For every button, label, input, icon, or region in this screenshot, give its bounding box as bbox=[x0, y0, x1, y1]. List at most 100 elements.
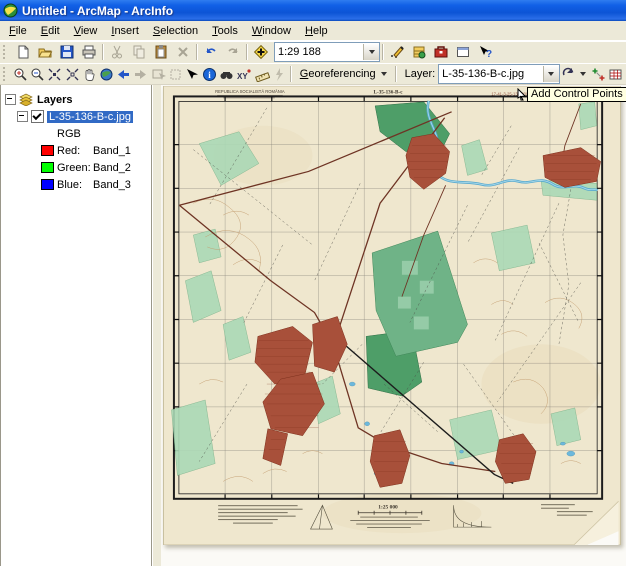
standard-toolbar: 1:29 188 ? bbox=[0, 41, 626, 64]
clear-selected-button[interactable] bbox=[167, 64, 184, 84]
svg-text:REPUBLICA SOCIALISTĂ ROMÂNIA: REPUBLICA SOCIALISTĂ ROMÂNIA bbox=[215, 89, 285, 94]
identify-icon: i bbox=[202, 67, 217, 82]
identify-button[interactable]: i bbox=[201, 64, 218, 84]
red-band-swatch bbox=[41, 145, 54, 156]
redo-arrow-icon bbox=[225, 44, 241, 60]
band-channel-label: Red: bbox=[57, 145, 93, 157]
toc-band-row[interactable]: Blue:Band_3 bbox=[1, 176, 151, 193]
clear-selection-icon bbox=[168, 67, 183, 82]
add-data-button[interactable] bbox=[250, 42, 272, 62]
zoom-out-button[interactable] bbox=[29, 64, 46, 84]
svg-text:?: ? bbox=[486, 49, 492, 60]
georeferencing-menu-button[interactable]: Georeferencing bbox=[294, 65, 393, 83]
toc-layer-name[interactable]: L-35-136-B-c.jpg bbox=[47, 111, 133, 123]
command-window-icon bbox=[455, 44, 471, 60]
menu-tools[interactable]: Tools bbox=[205, 23, 245, 39]
lightning-icon bbox=[272, 67, 287, 82]
layer-combo-dropdown-button[interactable] bbox=[543, 66, 559, 82]
toc-root-row[interactable]: Layers bbox=[1, 91, 151, 108]
toc-band-row[interactable]: Green:Band_2 bbox=[1, 159, 151, 176]
georef-layer-value[interactable]: L-35-136-B-c.jpg bbox=[439, 68, 543, 80]
menu-file[interactable]: File bbox=[2, 23, 34, 39]
select-elements-button[interactable] bbox=[184, 64, 201, 84]
select-features-icon bbox=[151, 67, 166, 82]
scale-combo-dropdown-button[interactable] bbox=[363, 44, 379, 60]
menu-edit[interactable]: Edit bbox=[34, 23, 67, 39]
measure-ruler-icon bbox=[255, 67, 270, 82]
add-data-icon bbox=[252, 44, 270, 60]
menu-view[interactable]: View bbox=[67, 23, 105, 39]
arccatalog-button[interactable] bbox=[408, 42, 430, 62]
link-table-icon bbox=[608, 67, 623, 82]
band-channel-label: Green: bbox=[57, 162, 93, 174]
collapse-icon[interactable] bbox=[5, 94, 16, 105]
arctoolbox-button[interactable] bbox=[430, 42, 452, 62]
auto-adjust-button[interactable] bbox=[560, 64, 577, 84]
menu-selection[interactable]: Selection bbox=[146, 23, 205, 39]
paste-clipboard-icon bbox=[153, 44, 169, 60]
toc-layer-row[interactable]: L-35-136-B-c.jpg bbox=[1, 108, 151, 125]
toc-root-label[interactable]: Layers bbox=[37, 94, 72, 106]
view-link-table-button[interactable] bbox=[607, 64, 624, 84]
toolbar-grip[interactable] bbox=[3, 67, 9, 81]
print-button[interactable] bbox=[78, 42, 100, 62]
map-scale-combo[interactable]: 1:29 188 bbox=[274, 42, 380, 62]
title-bar[interactable]: Untitled - ArcMap - ArcInfo bbox=[0, 0, 626, 21]
menu-insert[interactable]: Insert bbox=[104, 23, 146, 39]
add-control-points-icon bbox=[591, 67, 606, 82]
georef-layer-label: Layer: bbox=[405, 68, 436, 80]
zoom-in-button[interactable] bbox=[12, 64, 29, 84]
go-forward-extent-button[interactable] bbox=[132, 64, 149, 84]
find-button[interactable] bbox=[218, 64, 235, 84]
measure-button[interactable] bbox=[253, 64, 270, 84]
full-extent-button[interactable] bbox=[98, 64, 115, 84]
undo-button[interactable] bbox=[200, 42, 222, 62]
chevron-down-icon bbox=[548, 72, 554, 76]
menu-help[interactable]: Help bbox=[298, 23, 335, 39]
hyperlink-button[interactable] bbox=[271, 64, 288, 84]
blue-band-swatch bbox=[41, 179, 54, 190]
auto-adjust-dropdown-button[interactable] bbox=[577, 64, 589, 84]
add-control-points-tooltip: Add Control Points bbox=[527, 87, 626, 102]
fixed-zoom-out-button[interactable] bbox=[63, 64, 80, 84]
go-to-xy-button[interactable]: XY bbox=[235, 64, 253, 84]
georef-layer-combo[interactable]: L-35-136-B-c.jpg bbox=[438, 64, 560, 84]
toolbar-grip[interactable] bbox=[3, 45, 9, 59]
menu-window[interactable]: Window bbox=[245, 23, 298, 39]
layer-visibility-checkbox[interactable] bbox=[31, 110, 44, 123]
delete-button[interactable] bbox=[172, 42, 194, 62]
editor-toolbar-button[interactable] bbox=[386, 42, 408, 62]
map-scale-value[interactable]: 1:29 188 bbox=[275, 46, 363, 58]
whats-this-button[interactable]: ? bbox=[474, 42, 496, 62]
cut-button[interactable] bbox=[106, 42, 128, 62]
back-arrow-icon bbox=[116, 67, 131, 82]
find-binoculars-icon bbox=[219, 67, 234, 82]
scanned-map-image[interactable]: REPUBLICA SOCIALISTĂ ROMÂNIA L-35-136-B-… bbox=[163, 86, 621, 545]
mouse-cursor-icon bbox=[517, 88, 527, 101]
save-button[interactable] bbox=[56, 42, 78, 62]
toc-renderer-row[interactable]: RGB bbox=[1, 125, 151, 142]
pan-button[interactable] bbox=[81, 64, 98, 84]
map-sheet-title: L-35-136-B-c bbox=[374, 89, 404, 95]
select-features-button[interactable] bbox=[149, 64, 166, 84]
toc-map-splitter[interactable] bbox=[152, 85, 161, 566]
zoom-in-icon bbox=[13, 67, 28, 82]
go-back-extent-button[interactable] bbox=[115, 64, 132, 84]
map-canvas[interactable]: REPUBLICA SOCIALISTĂ ROMÂNIA L-35-136-B-… bbox=[161, 85, 626, 566]
paste-button[interactable] bbox=[150, 42, 172, 62]
command-line-button[interactable] bbox=[452, 42, 474, 62]
save-floppy-icon bbox=[59, 44, 75, 60]
print-icon bbox=[81, 44, 97, 60]
collapse-icon[interactable] bbox=[17, 111, 28, 122]
open-button[interactable] bbox=[34, 42, 56, 62]
table-of-contents: Layers L-35-136-B-c.jpg RGB Red:Band_1 G… bbox=[0, 85, 152, 566]
svg-text:XY: XY bbox=[237, 72, 248, 81]
new-document-button[interactable] bbox=[12, 42, 34, 62]
tools-toolbar: i XY Georeferencing Layer: L-35-136-B-c.… bbox=[0, 64, 626, 85]
add-control-points-button[interactable] bbox=[590, 64, 607, 84]
fixed-zoom-in-button[interactable] bbox=[46, 64, 63, 84]
toc-band-row[interactable]: Red:Band_1 bbox=[1, 142, 151, 159]
band-name-label: Band_1 bbox=[93, 145, 131, 157]
copy-button[interactable] bbox=[128, 42, 150, 62]
redo-button[interactable] bbox=[222, 42, 244, 62]
